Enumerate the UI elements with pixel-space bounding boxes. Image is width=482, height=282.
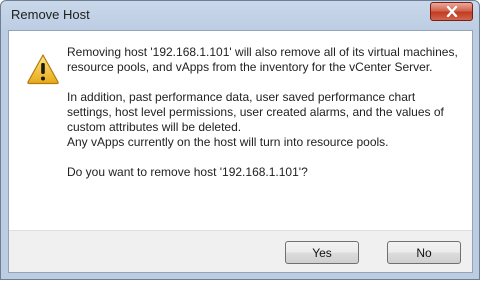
warning-icon (26, 53, 60, 85)
dialog-message: Removing host '192.168.1.101' will also … (67, 45, 459, 180)
confirm-question: Do you want to remove host '192.168.1.10… (67, 165, 308, 179)
window-title: Remove Host (11, 7, 90, 22)
remove-host-dialog: Remove Host Removing host '192.168.1.101… (0, 0, 480, 280)
message-line-1: Removing host '192.168.1.101' will also … (67, 45, 458, 74)
no-button[interactable]: No (387, 241, 461, 264)
close-icon (446, 6, 458, 17)
title-bar[interactable]: Remove Host (1, 1, 479, 29)
message-line-2: In addition, past performance data, user… (67, 90, 444, 134)
close-button[interactable] (430, 2, 473, 21)
dialog-body: Removing host '192.168.1.101' will also … (8, 30, 473, 273)
yes-button[interactable]: Yes (285, 241, 359, 264)
button-bar: Yes No (9, 230, 472, 272)
message-line-3: Any vApps currently on the host will tur… (67, 135, 389, 149)
